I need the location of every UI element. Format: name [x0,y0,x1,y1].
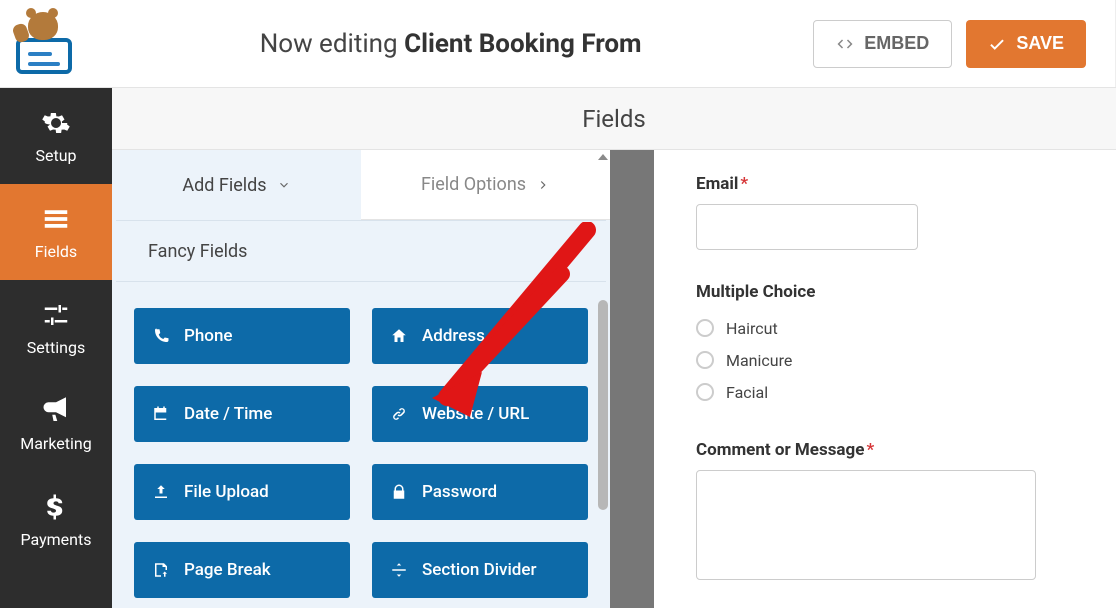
field-date-time[interactable]: Date / Time [134,386,350,442]
sidebar-item-fields[interactable]: Fields [0,184,112,280]
home-icon [390,327,408,345]
lock-icon [390,483,408,501]
chevron-right-icon [536,178,550,192]
upload-icon [152,483,170,501]
label-comment: Comment or Message* [696,440,1074,460]
fields-panel: Add Fields Field Options Fancy Fields Ph… [112,150,610,608]
sidebar-item-payments[interactable]: Payments [0,472,112,568]
sidebar-label: Setup [35,146,76,165]
tab-add-fields[interactable]: Add Fields [112,150,361,220]
field-password[interactable]: Password [372,464,588,520]
panel-title: Fields [582,105,646,133]
calendar-icon [152,405,170,423]
sidebar-item-marketing[interactable]: Marketing [0,376,112,472]
sidebar-label: Payments [20,530,91,549]
field-website-url[interactable]: Website / URL [372,386,588,442]
divider-icon [390,561,408,579]
field-phone[interactable]: Phone [134,308,350,364]
panel-scrollbar[interactable] [596,150,610,608]
dollar-icon [41,492,71,522]
chevron-down-icon [277,178,291,192]
link-icon [390,405,408,423]
builder-header: Now editing Client Booking From EMBED SA… [0,0,1116,88]
tab-field-options[interactable]: Field Options [361,150,610,220]
field-section-divider[interactable]: Section Divider [372,542,588,598]
sliders-icon [41,300,71,330]
phone-icon [152,327,170,345]
radio-option[interactable]: Haircut [696,312,1074,344]
panel-title-bar: Fields [112,88,1116,150]
label-multiple-choice: Multiple Choice [696,282,1074,302]
section-fancy-fields[interactable]: Fancy Fields [116,220,606,282]
scroll-up-arrow[interactable] [598,154,608,160]
field-file-upload[interactable]: File Upload [134,464,350,520]
textarea-comment[interactable] [696,470,1036,580]
radio-icon [696,383,714,401]
gear-icon [41,108,71,138]
list-icon [41,204,71,234]
editing-form-title: Now editing Client Booking From [88,29,813,59]
chevron-down-icon [560,244,574,258]
radio-icon [696,351,714,369]
input-email[interactable] [696,204,918,250]
radio-option[interactable]: Manicure [696,344,1074,376]
builder-main: Fields Add Fields Field Options Fancy Fi… [112,88,1116,608]
sidebar-item-settings[interactable]: Settings [0,280,112,376]
sidebar-label: Settings [27,338,85,357]
embed-button[interactable]: EMBED [813,20,952,68]
field-page-break[interactable]: Page Break [134,542,350,598]
panel-divider [610,150,654,608]
scroll-thumb[interactable] [598,300,608,510]
radio-icon [696,319,714,337]
field-address[interactable]: Address [372,308,588,364]
bullhorn-icon [41,396,71,426]
wpforms-logo [0,0,88,88]
code-icon [836,35,854,53]
pagebreak-icon [152,561,170,579]
radio-option[interactable]: Facial [696,376,1074,408]
sidebar-item-setup[interactable]: Setup [0,88,112,184]
label-email: Email* [696,174,1074,194]
sidebar-label: Fields [35,242,77,261]
builder-sidebar: Setup Fields Settings Marketing Payments [0,88,112,608]
check-icon [988,35,1006,53]
save-button[interactable]: SAVE [966,20,1086,68]
form-preview: Email* Multiple Choice Haircut Manicure … [654,150,1116,608]
sidebar-label: Marketing [20,434,91,453]
